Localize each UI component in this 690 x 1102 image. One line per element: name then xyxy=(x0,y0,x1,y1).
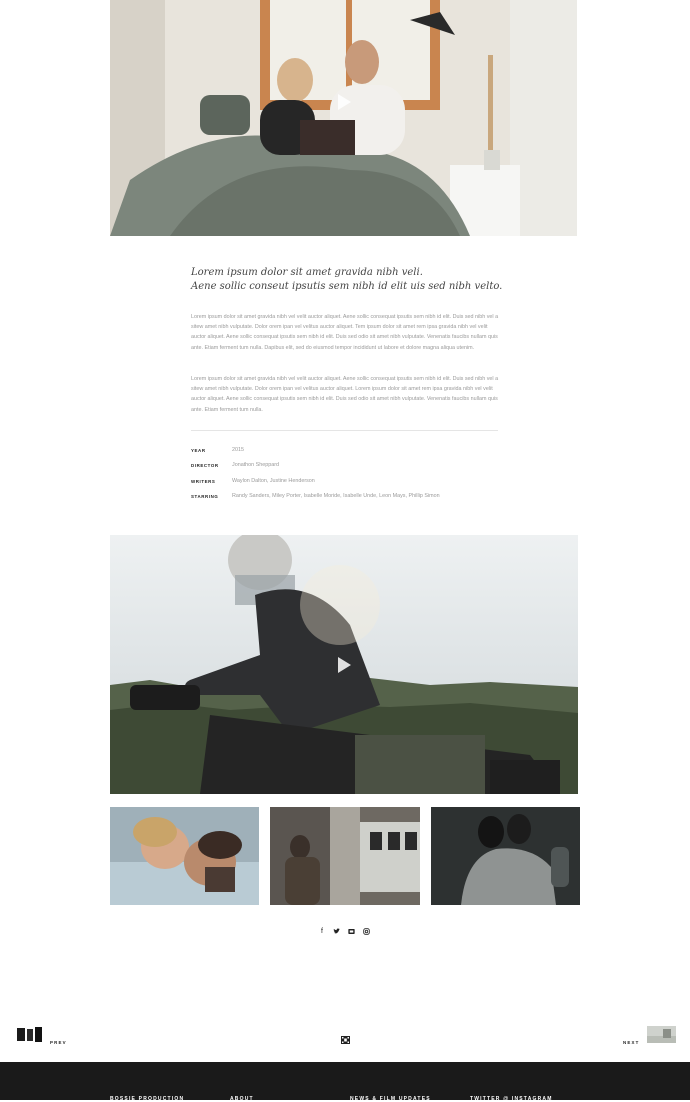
vimeo-icon[interactable] xyxy=(346,928,356,937)
hero-play-icon[interactable] xyxy=(338,94,351,110)
gallery-image-3[interactable] xyxy=(431,807,580,905)
detail-value-writers: Waylon Dalton, Justine Henderson xyxy=(232,478,315,484)
gallery-image-2[interactable] xyxy=(270,807,420,905)
site-footer: BOSSIE PRODUCTION ABOUT NEWS & FILM UPDA… xyxy=(0,1062,690,1102)
hero-image xyxy=(110,0,577,236)
detail-label-writers: WRITERS xyxy=(191,479,216,484)
detail-value-starring: Randy Sanders, Miley Porter, Isabelle Mo… xyxy=(232,493,440,499)
footer-heading-about: ABOUT xyxy=(230,1096,254,1102)
divider xyxy=(191,430,498,431)
detail-label-director: DIRECTOR xyxy=(191,463,219,468)
gallery-image-1[interactable] xyxy=(110,807,259,905)
next-thumbnail[interactable] xyxy=(647,1026,676,1043)
footer-heading-news: NEWS & FILM UPDATES xyxy=(350,1096,431,1102)
article-lead: Lorem ipsum dolor sit amet gravida nibh … xyxy=(191,266,511,294)
video-play-icon[interactable] xyxy=(338,657,351,673)
detail-value-year: 2015 xyxy=(232,447,244,453)
article-paragraph-2: Lorem ipsum dolor sit amet gravida nibh … xyxy=(191,376,499,413)
video-thumbnail[interactable] xyxy=(110,535,578,794)
instagram-icon[interactable] xyxy=(361,928,371,937)
detail-value-director: Jonathon Sheppard xyxy=(232,462,280,468)
facebook-icon[interactable]: f xyxy=(317,928,327,935)
lead-line-1: Lorem ipsum dolor sit amet gravida nibh … xyxy=(191,267,423,278)
prev-label[interactable]: PREV xyxy=(50,1040,67,1045)
footer-heading-social: TWITTER @ INSTAGRAM xyxy=(470,1096,553,1102)
article-paragraph-1: Lorem ipsum dolor sit amet gravida nibh … xyxy=(191,314,499,351)
detail-label-year: YEAR xyxy=(191,448,206,453)
film-grid-icon[interactable] xyxy=(341,1031,350,1044)
detail-label-starring: STARRING xyxy=(191,494,219,499)
prev-thumbnail[interactable] xyxy=(15,1026,44,1043)
lead-line-2: Aene sollic conseut ipsutis sem nibh id … xyxy=(191,281,503,292)
next-label[interactable]: NEXT xyxy=(623,1040,640,1045)
footer-heading-production: BOSSIE PRODUCTION xyxy=(110,1096,185,1102)
twitter-icon[interactable] xyxy=(331,928,341,937)
